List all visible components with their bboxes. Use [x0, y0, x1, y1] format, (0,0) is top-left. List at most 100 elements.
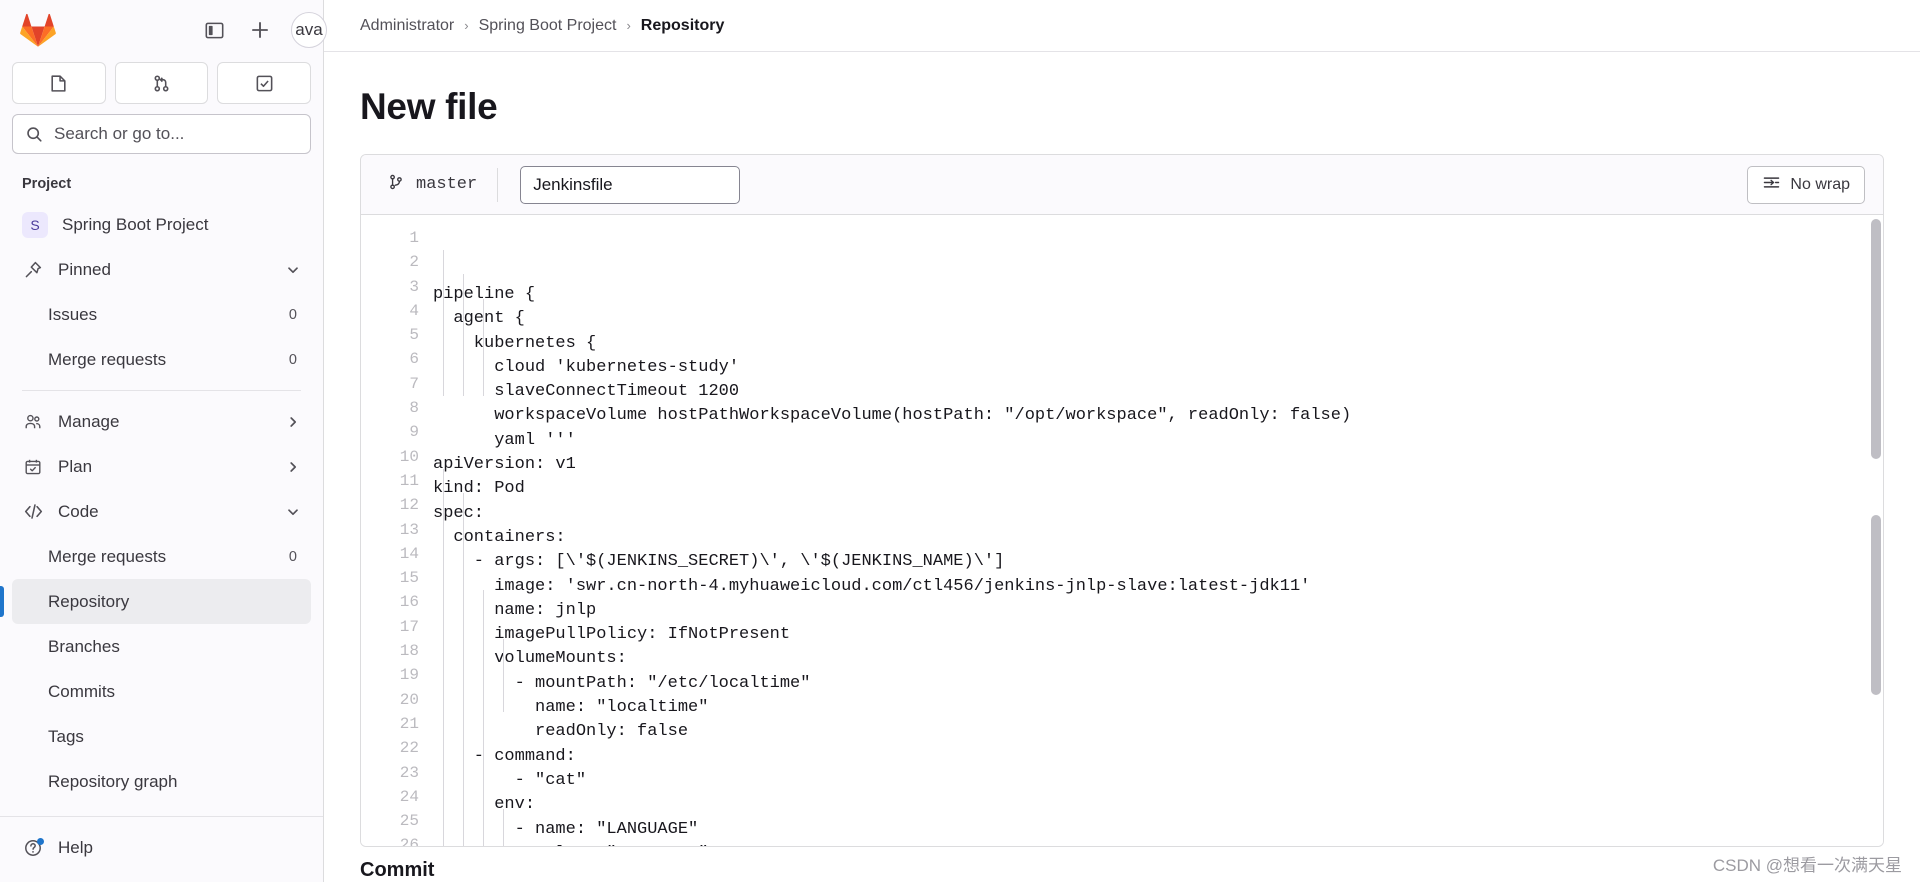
sidebar-item-pinned[interactable]: Pinned: [12, 247, 311, 292]
help-icon: [22, 837, 44, 859]
code-line[interactable]: name: "localtime": [433, 696, 1883, 720]
code-line[interactable]: spec:: [433, 502, 1883, 526]
page-title: New file: [360, 86, 498, 127]
line-number: 25: [399, 812, 419, 831]
line-number: 26: [399, 836, 419, 846]
avatar[interactable]: ava: [291, 12, 327, 48]
sidebar-item-label: Commits: [48, 681, 116, 701]
sidebar-item-code-merge-requests[interactable]: Merge requests 0: [12, 534, 311, 579]
tab-issues-icon[interactable]: [12, 62, 106, 104]
code-line[interactable]: - "cat": [433, 769, 1883, 793]
new-item-icon[interactable]: [245, 15, 275, 45]
sidebar-item-compare-revisions[interactable]: Compare revisions: [12, 804, 311, 816]
line-number: 3: [409, 277, 419, 296]
sidebar-item-label: Merge requests: [48, 349, 167, 369]
merge-requests-count-badge: 0: [288, 351, 297, 368]
gitlab-logo[interactable]: [20, 13, 56, 47]
sidebar-quick-tabs: [0, 56, 323, 114]
chevron-down-icon[interactable]: [285, 262, 301, 278]
branch-icon: [387, 173, 405, 197]
sidebar-item-repository-graph[interactable]: Repository graph: [12, 759, 311, 804]
code-line[interactable]: value: "en_US:en": [433, 842, 1883, 846]
code-line[interactable]: readOnly: false: [433, 720, 1883, 744]
avatar-text: ava: [295, 20, 323, 39]
line-number: 15: [399, 569, 419, 588]
code-line[interactable]: - args: [\'$(JENKINS_SECRET)\', \'$(JENK…: [433, 550, 1883, 574]
breadcrumb-current: Repository: [640, 16, 725, 34]
line-number: 18: [399, 642, 419, 661]
sidebar-item-label: Issues: [48, 304, 98, 324]
code-line[interactable]: name: jnlp: [433, 599, 1883, 623]
project-name: Spring Boot Project: [62, 214, 209, 234]
code-line[interactable]: pipeline {: [433, 283, 1883, 307]
chevron-right-icon[interactable]: [285, 414, 301, 430]
sidebar-item-tags[interactable]: Tags: [12, 714, 311, 759]
search-input[interactable]: Search or go to...: [12, 114, 311, 154]
code-scrollbar-thumb-lower[interactable]: [1871, 515, 1881, 695]
sidebar-item-label: Repository: [48, 591, 130, 611]
sidebar-item-label: Manage: [58, 411, 120, 431]
sidebar-item-manage[interactable]: Manage: [12, 399, 311, 444]
chevron-down-icon[interactable]: [285, 504, 301, 520]
breadcrumb-item-project[interactable]: Spring Boot Project: [479, 17, 617, 35]
code-line[interactable]: kind: Pod: [433, 477, 1883, 501]
code-line[interactable]: yaml ''': [433, 429, 1883, 453]
users-icon: [22, 411, 44, 433]
sidebar-item-label: Branches: [48, 636, 120, 656]
code-line[interactable]: - name: "LANGUAGE": [433, 818, 1883, 842]
sidebar-item-repository[interactable]: Repository: [0, 579, 311, 624]
code-line[interactable]: - mountPath: "/etc/localtime": [433, 672, 1883, 696]
code-line[interactable]: - command:: [433, 745, 1883, 769]
branch-selector[interactable]: master: [379, 173, 497, 197]
divider: [22, 390, 301, 391]
code-line[interactable]: workspaceVolume hostPathWorkspaceVolume(…: [433, 404, 1883, 428]
file-editor: master No wrap: [360, 154, 1884, 847]
sidebar-item-project[interactable]: S Spring Boot Project: [12, 202, 311, 247]
sidebar-item-pinned-issues[interactable]: Issues 0: [12, 292, 311, 337]
line-number: 7: [409, 374, 419, 393]
code-editor-area[interactable]: 1 2 3 4 5 6 7 8 9 10 11 12 13 14 15 16 17 18 19 20 21 22 23 24 2…: [361, 215, 1883, 846]
sidebar-item-help[interactable]: Help: [12, 825, 311, 870]
sidebar-item-commits[interactable]: Commits: [12, 669, 311, 714]
line-number: 16: [399, 593, 419, 612]
code-line[interactable]: image: 'swr.cn-north-4.myhuaweicloud.com…: [433, 575, 1883, 599]
line-number: 9: [409, 423, 419, 442]
project-avatar: S: [22, 211, 48, 238]
sidebar-item-branches[interactable]: Branches: [12, 624, 311, 669]
code-line[interactable]: volumeMounts:: [433, 647, 1883, 671]
no-wrap-button[interactable]: No wrap: [1747, 165, 1865, 204]
code-scrollbar[interactable]: [1869, 215, 1883, 846]
code-line[interactable]: cloud 'kubernetes-study': [433, 356, 1883, 380]
line-number: 6: [409, 350, 419, 369]
code-line[interactable]: apiVersion: v1: [433, 453, 1883, 477]
code-line[interactable]: agent {: [433, 307, 1883, 331]
no-wrap-label: No wrap: [1790, 175, 1850, 193]
breadcrumb-item-administrator[interactable]: Administrator: [360, 17, 454, 35]
code-line[interactable]: env:: [433, 793, 1883, 817]
sidebar-item-code[interactable]: Code: [12, 489, 311, 534]
code-line[interactable]: kubernetes {: [433, 332, 1883, 356]
tab-merge-requests-icon[interactable]: [114, 62, 209, 104]
commit-section-label: Commit: [360, 859, 435, 881]
sidebar-header: ava: [0, 0, 327, 56]
breadcrumb: Administrator › Spring Boot Project › Re…: [324, 0, 1920, 52]
sidebar-item-plan[interactable]: Plan: [12, 444, 311, 489]
line-number: 8: [409, 399, 419, 418]
filename-input[interactable]: [520, 165, 741, 204]
sidebar-item-label: Tags: [48, 726, 84, 746]
tab-todos-icon[interactable]: [217, 62, 312, 104]
search-icon: [27, 126, 42, 142]
code-line[interactable]: imagePullPolicy: IfNotPresent: [433, 623, 1883, 647]
line-number-gutter: 1 2 3 4 5 6 7 8 9 10 11 12 13 14 15 16 17 18 19 20 21 22 23 24 2…: [361, 215, 433, 846]
chevron-right-icon[interactable]: [285, 459, 301, 475]
code-line[interactable]: containers:: [433, 526, 1883, 550]
line-number: 10: [399, 447, 419, 466]
code-line[interactable]: slaveConnectTimeout 1200: [433, 380, 1883, 404]
indent-guides: [433, 226, 555, 846]
toggle-sidebar-icon[interactable]: [199, 15, 229, 45]
breadcrumb-separator: ›: [626, 18, 631, 33]
code-scrollbar-thumb[interactable]: [1871, 219, 1881, 459]
editor-toolbar: master No wrap: [361, 155, 1883, 215]
sidebar-item-pinned-merge-requests[interactable]: Merge requests 0: [12, 337, 311, 382]
code-content[interactable]: pipeline { agent { kubernetes { cloud 'k…: [433, 215, 1883, 846]
